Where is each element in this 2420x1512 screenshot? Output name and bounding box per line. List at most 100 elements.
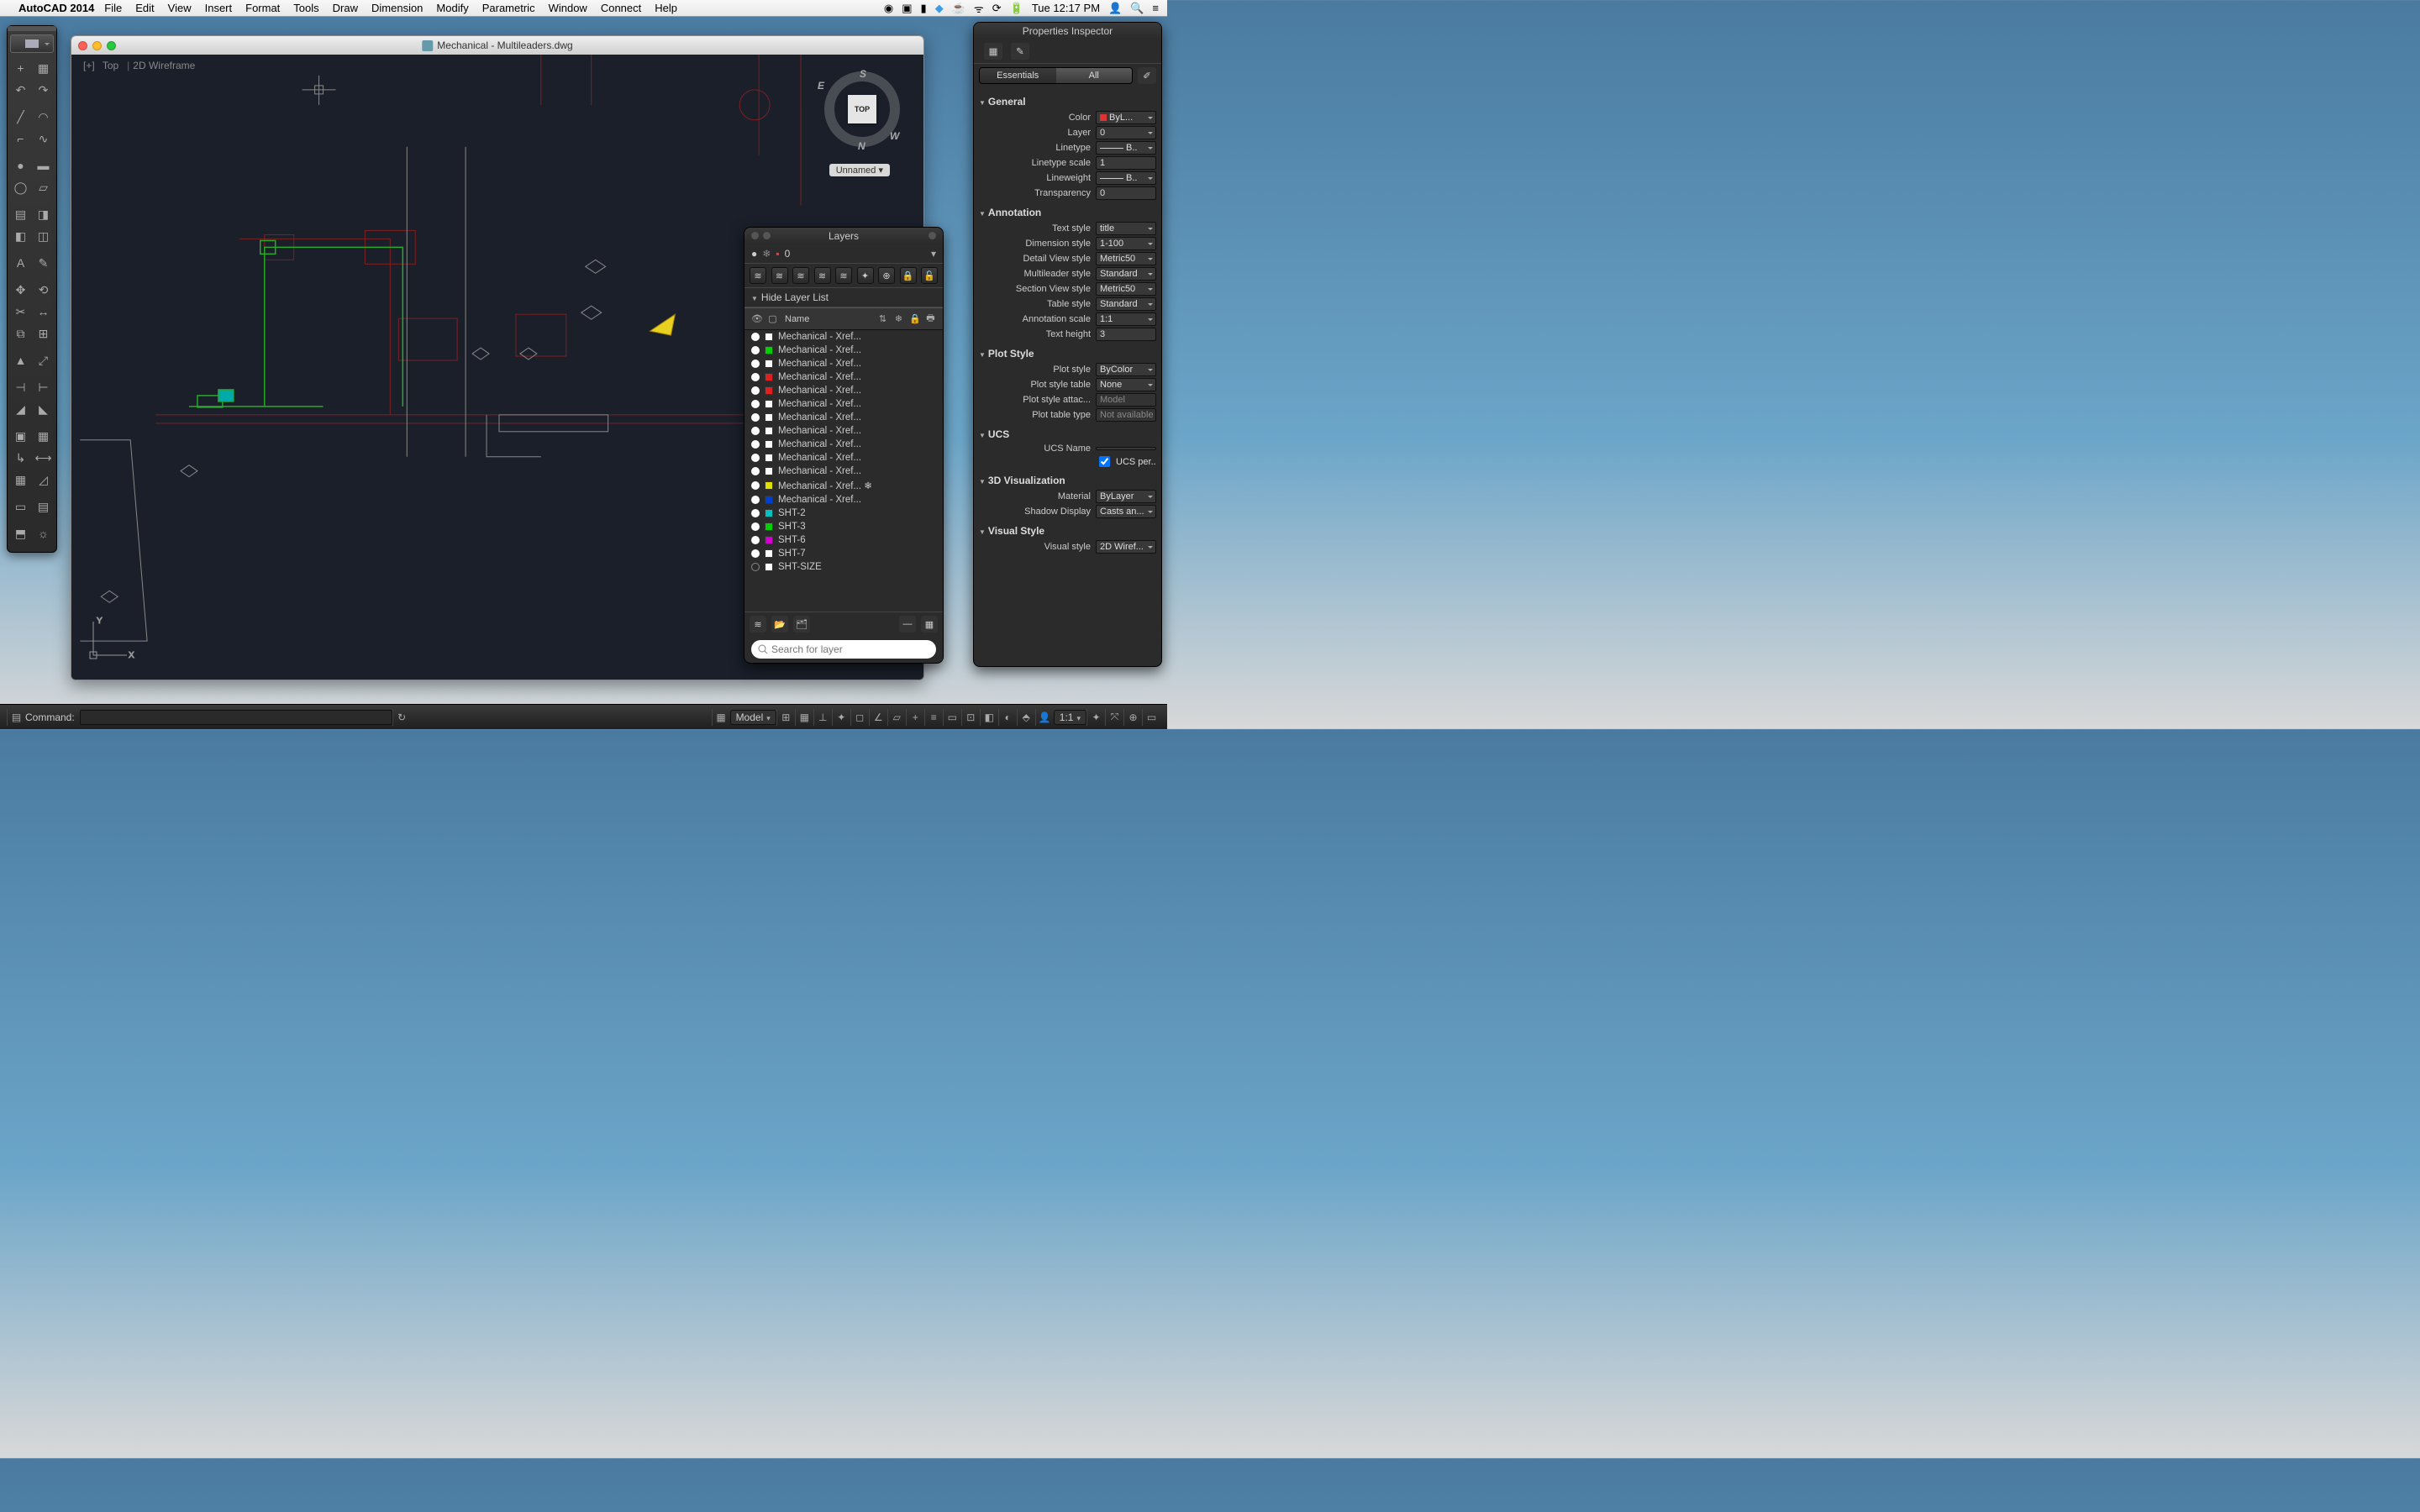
layer-row[interactable]: Mechanical - Xref... <box>744 384 943 397</box>
header-lock-icon[interactable]: 🔒 <box>909 313 920 324</box>
layer-row[interactable]: Mechanical - Xref... <box>744 493 943 507</box>
inspector-mode-icon[interactable]: ▦ <box>984 43 1002 60</box>
compass-w[interactable]: W <box>890 130 899 142</box>
value-layer[interactable]: 0 <box>1096 126 1156 139</box>
menu-window[interactable]: Window <box>549 2 587 14</box>
layer-color-swatch[interactable] <box>765 536 773 544</box>
layer-off-icon[interactable]: ≋ <box>814 267 831 284</box>
tool-stretch-icon[interactable]: ⊢ <box>34 377 54 397</box>
ucs-per-checkbox[interactable] <box>1099 456 1110 467</box>
tab-essentials[interactable]: Essentials <box>980 68 1056 83</box>
section-visual-style[interactable]: Visual Style <box>979 523 1156 538</box>
value-material[interactable]: ByLayer <box>1096 490 1156 503</box>
layer-settings-icon[interactable]: — <box>899 616 916 633</box>
tool-polyline-icon[interactable]: ⌐ <box>11 129 31 149</box>
cloud-icon[interactable]: ◉ <box>884 2 893 15</box>
layer-visibility-icon[interactable] <box>751 346 760 354</box>
bookmark-icon[interactable]: ▮ <box>921 2 927 15</box>
tool-redo-icon[interactable]: ↷ <box>34 80 54 100</box>
qp-icon[interactable]: ⊡ <box>961 709 980 726</box>
hide-layer-list-toggle[interactable]: Hide Layer List <box>744 288 943 307</box>
layer-visibility-icon[interactable] <box>751 427 760 435</box>
value-table-style[interactable]: Standard <box>1096 297 1156 311</box>
tool-block-icon[interactable]: ▣ <box>11 426 31 446</box>
value-dim-style[interactable]: 1-100 <box>1096 237 1156 250</box>
compass-n[interactable]: N <box>858 140 865 152</box>
menu-format[interactable]: Format <box>245 2 280 14</box>
section-3d-viz[interactable]: 3D Visualization <box>979 473 1156 488</box>
tool-mirror-icon[interactable]: ▲ <box>11 350 31 370</box>
header-plot-icon[interactable]: 🖶 <box>925 311 936 327</box>
hardware-accel-icon[interactable]: ⊕ <box>1123 709 1142 726</box>
layer-color-swatch[interactable] <box>765 481 773 490</box>
clean-screen-icon[interactable]: ▭ <box>1142 709 1160 726</box>
ducs-icon[interactable]: ▱ <box>887 709 906 726</box>
spotlight-icon[interactable]: 🔍 <box>1130 2 1144 15</box>
layer-open-icon[interactable]: 📂 <box>771 616 788 633</box>
layer-color-swatch[interactable] <box>765 522 773 531</box>
value-detail-style[interactable]: Metric50 <box>1096 252 1156 265</box>
layer-manager-icon[interactable]: 🗂 <box>793 616 810 633</box>
value-plot-table[interactable]: None <box>1096 378 1156 391</box>
layer-color-swatch[interactable] <box>765 346 773 354</box>
tab-all[interactable]: All <box>1056 68 1133 83</box>
tool-measure-icon[interactable]: ◿ <box>34 470 54 490</box>
menu-insert[interactable]: Insert <box>205 2 233 14</box>
lwt-icon[interactable]: ≡ <box>924 709 943 726</box>
menu-edit[interactable]: Edit <box>135 2 154 14</box>
layer-color-swatch[interactable] <box>765 333 773 341</box>
menu-help[interactable]: Help <box>655 2 677 14</box>
value-linetype[interactable]: B.. <box>1096 141 1156 155</box>
value-ucs-name[interactable] <box>1096 447 1156 450</box>
tool-text-icon[interactable]: A <box>11 253 31 273</box>
ann-icon[interactable]: ⬘ <box>1017 709 1035 726</box>
tool-leader-icon[interactable]: ↳ <box>11 448 31 468</box>
cmd-history-icon[interactable]: ▤ <box>7 709 25 726</box>
polar-icon[interactable]: ✦ <box>832 709 850 726</box>
picture-icon[interactable]: ▣ <box>902 2 912 15</box>
inspector-pick-icon[interactable]: ✎ <box>1011 43 1029 60</box>
layer-color-swatch[interactable] <box>765 549 773 558</box>
grid-icon[interactable]: ▦ <box>795 709 813 726</box>
layer-color-swatch[interactable] <box>765 454 773 462</box>
layer-visibility-icon[interactable] <box>751 481 760 490</box>
tool-offset-icon[interactable]: ⊣ <box>11 377 31 397</box>
tool-region-icon[interactable]: ◧ <box>11 226 31 246</box>
layer-iso-icon[interactable]: ≋ <box>771 267 788 284</box>
layer-visibility-icon[interactable] <box>751 386 760 395</box>
inspector-eyedropper-icon[interactable]: ✐ <box>1138 67 1156 84</box>
tool-fillet-icon[interactable]: ◢ <box>11 399 31 419</box>
layer-row[interactable]: Mechanical - Xref... <box>744 424 943 438</box>
value-color[interactable]: ByL... <box>1096 111 1156 124</box>
layer-visibility-icon[interactable] <box>751 522 760 531</box>
value-lineweight[interactable]: B.. <box>1096 171 1156 185</box>
tool-copy-icon[interactable]: ⧉ <box>11 323 31 344</box>
menu-tools[interactable]: Tools <box>293 2 318 14</box>
header-name[interactable]: Name <box>783 314 872 324</box>
tool-move-icon[interactable]: ✥ <box>11 280 31 300</box>
compass-e[interactable]: E <box>818 80 824 92</box>
tool-rect-icon[interactable]: ▬ <box>34 155 54 176</box>
layer-color-swatch[interactable] <box>765 360 773 368</box>
layer-visibility-icon[interactable] <box>751 536 760 544</box>
value-transparency[interactable]: 0 <box>1096 186 1156 200</box>
layer-row[interactable]: Mechanical - Xref... <box>744 438 943 451</box>
menu-modify[interactable]: Modify <box>436 2 468 14</box>
tool-circle-icon[interactable]: ● <box>11 155 31 176</box>
layer-match-icon[interactable]: ⊕ <box>878 267 895 284</box>
layer-list[interactable]: Mechanical - Xref... Mechanical - Xref..… <box>744 330 943 612</box>
layer-row[interactable]: Mechanical - Xref... <box>744 344 943 357</box>
tag-icon[interactable]: ◆ <box>935 2 944 15</box>
value-section-style[interactable]: Metric50 <box>1096 282 1156 296</box>
snap-icon[interactable]: ⊞ <box>776 709 795 726</box>
layer-visibility-icon[interactable] <box>751 454 760 462</box>
tool-plot-icon[interactable]: ▤ <box>34 496 54 517</box>
value-text-height[interactable]: 3 <box>1096 328 1156 341</box>
header-freeze-icon[interactable]: ❄ <box>893 313 904 324</box>
value-plot-style[interactable]: ByColor <box>1096 363 1156 376</box>
avis-icon[interactable]: 👤 <box>1035 709 1054 726</box>
ortho-icon[interactable]: ⊥ <box>813 709 832 726</box>
coffee-icon[interactable]: ☕ <box>952 2 965 15</box>
tpy-icon[interactable]: ▭ <box>943 709 961 726</box>
layer-visibility-icon[interactable] <box>751 563 760 571</box>
